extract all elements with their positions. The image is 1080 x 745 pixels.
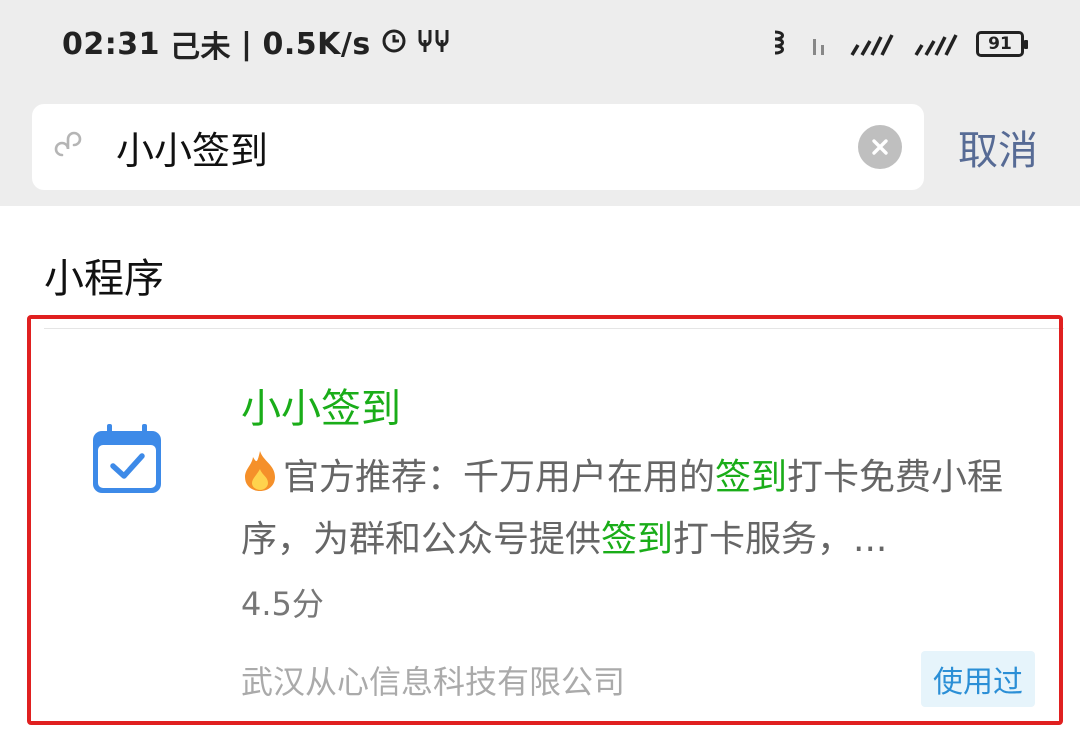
status-right: 91 xyxy=(770,29,1028,59)
signal-icon xyxy=(848,31,894,57)
search-bar: 取消 xyxy=(0,88,1080,206)
app-company: 武汉从心信息科技有限公司 xyxy=(241,663,626,701)
battery-icon: 91 xyxy=(976,31,1028,57)
alarm-icon xyxy=(381,27,407,62)
status-lunar: 己未 xyxy=(170,30,231,65)
status-bar: 02:31 己未 | 0.5K/s 91 xyxy=(0,0,1080,88)
desc-text-1: 官方推荐：千万用户在用的 xyxy=(283,457,716,498)
status-time: 02:31 xyxy=(62,26,160,62)
fire-icon xyxy=(241,449,279,511)
hd-icon xyxy=(417,26,451,62)
desc-highlight-2: 签到 xyxy=(601,519,674,560)
clear-icon[interactable] xyxy=(858,125,902,169)
app-description: 官方推荐：千万用户在用的签到打卡免费小程序，为群和公众号提供签到打卡服务，... xyxy=(241,449,1041,569)
app-rating: 4.5分 xyxy=(241,585,324,623)
used-badge: 使用过 xyxy=(921,651,1035,707)
search-box[interactable] xyxy=(32,104,924,190)
desc-highlight-1: 签到 xyxy=(715,457,788,498)
signal-weak-icon xyxy=(810,31,830,57)
status-left: 02:31 己未 | 0.5K/s xyxy=(62,22,451,66)
section-title: 小程序 xyxy=(44,256,164,302)
battery-level: 91 xyxy=(988,34,1012,54)
status-net-speed: 0.5K/s xyxy=(262,26,371,62)
calendar-check-icon xyxy=(89,421,165,497)
signal-icon xyxy=(912,31,958,57)
result-card[interactable]: 小小签到 官方推荐：千万用户在用的签到打卡免费小程序，为群和公众号提供签到打卡服… xyxy=(27,315,1063,725)
cancel-button[interactable]: 取消 xyxy=(958,118,1038,176)
mini-program-icon xyxy=(54,125,94,169)
status-separator: | xyxy=(241,26,253,62)
app-name[interactable]: 小小签到 xyxy=(241,376,401,434)
search-input[interactable] xyxy=(116,125,858,169)
vibrate-icon xyxy=(770,29,792,59)
desc-text-3: 打卡服务，... xyxy=(673,519,888,560)
